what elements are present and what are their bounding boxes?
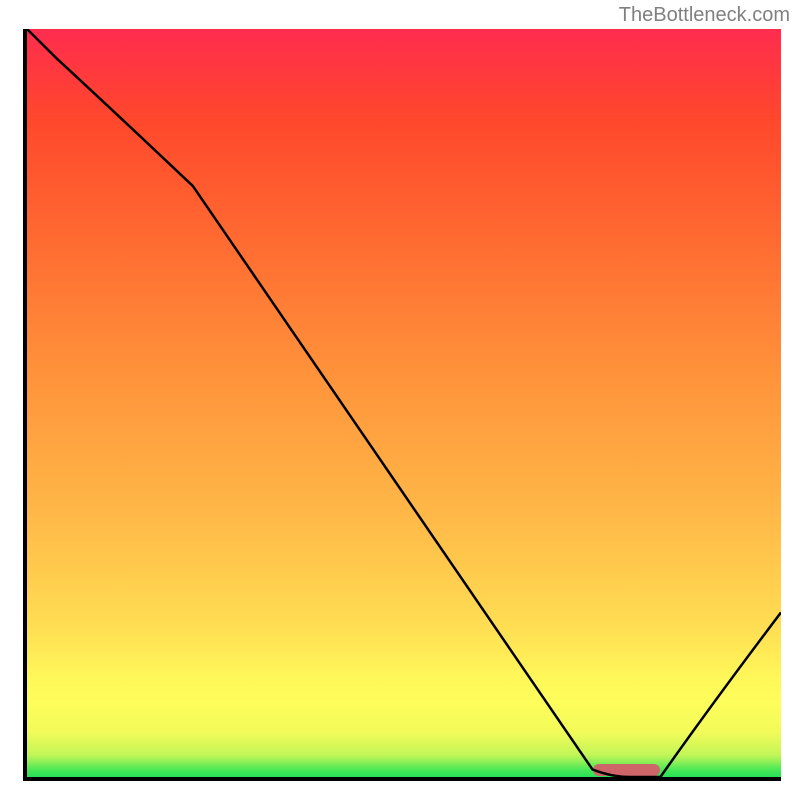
chart-plot-area	[23, 29, 781, 781]
bottleneck-curve-line	[27, 29, 781, 777]
curve-svg	[27, 29, 781, 777]
watermark-text: TheBottleneck.com	[619, 4, 790, 27]
